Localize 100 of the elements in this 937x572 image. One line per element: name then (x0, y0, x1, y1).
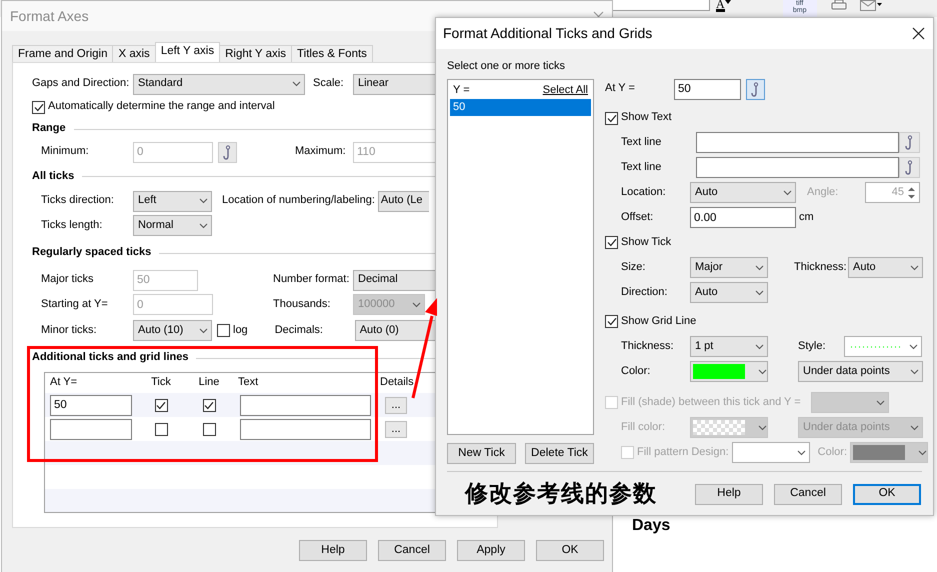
hook-button[interactable] (218, 142, 237, 162)
axis-title: Days (632, 518, 670, 534)
dropdown[interactable]: Normal (133, 215, 212, 236)
hook-button[interactable] (899, 157, 920, 178)
chevron-icon (755, 344, 764, 350)
checkbox-label: Show Grid Line (621, 314, 696, 328)
dropdown[interactable]: Auto (690, 182, 796, 203)
dropdown[interactable]: Linear (353, 74, 436, 94)
checkbox[interactable] (202, 398, 216, 412)
input-field[interactable] (240, 394, 371, 416)
checkbox[interactable] (202, 422, 216, 436)
input-field[interactable]: 0.00 (690, 207, 796, 228)
column-header: At Y= (49, 375, 78, 390)
checkbox-label: Fill pattern (637, 446, 688, 460)
details-button[interactable]: ... (385, 396, 407, 414)
input-field[interactable]: 50 (674, 78, 741, 100)
unit-label: cm (799, 210, 814, 224)
dropdown[interactable]: Auto (690, 282, 768, 303)
dropdown[interactable]: Auto (10) (133, 320, 212, 341)
dropdown[interactable]: Standard (133, 74, 305, 94)
chevron-icon (412, 302, 421, 308)
chevron-icon (758, 424, 767, 430)
dropdown[interactable]: Major (690, 257, 768, 278)
dropdown[interactable] (732, 442, 810, 463)
field-label: Design: (691, 446, 729, 460)
close-icon (912, 27, 925, 40)
list-label: Select one or more ticks (447, 60, 566, 74)
checkbox[interactable] (154, 422, 168, 436)
checkbox-label: log (233, 324, 248, 338)
color-swatch (693, 420, 745, 435)
dropdown[interactable]: Auto (848, 257, 923, 278)
chevron-icon (909, 344, 918, 350)
checkbox[interactable] (605, 315, 618, 328)
dropdown[interactable]: Auto (Le (378, 190, 429, 212)
details-button[interactable]: ... (385, 420, 407, 438)
field-label: Offset: (621, 210, 654, 224)
chevron-icon (910, 264, 919, 270)
field-label: Angle: (807, 186, 840, 200)
field-label: Gaps and Direction: (32, 77, 130, 91)
dialog-button[interactable]: Help (695, 484, 763, 504)
toolbar-dropdown[interactable] (612, 0, 710, 11)
window-title: Format Additional Ticks and Grids (443, 25, 652, 42)
checkbox[interactable] (217, 324, 230, 337)
column-header: Details (379, 375, 415, 390)
checkbox-label: Show Tick (621, 236, 672, 250)
dropdown[interactable]: Decimal (353, 270, 436, 290)
input-field[interactable] (696, 157, 899, 178)
checkbox[interactable] (605, 236, 618, 249)
dialog-button[interactable]: Cancel (378, 540, 446, 561)
field-label: Decimals: (274, 324, 324, 338)
field-label: Number format: (273, 273, 350, 287)
field-label: Color: (818, 446, 847, 460)
field-label: Scale: (313, 77, 345, 91)
tab[interactable]: Right Y axis (219, 45, 292, 62)
tab[interactable]: Titles & Fonts (291, 45, 373, 62)
dropdown[interactable]: 1 pt (690, 336, 768, 357)
column-header: Text (237, 375, 260, 390)
select-all-link[interactable]: Select All (542, 84, 588, 97)
input-field[interactable] (696, 132, 899, 153)
field-label: Ticks length: (41, 218, 104, 232)
tab[interactable]: Frame and Origin (12, 45, 114, 62)
checkbox[interactable] (154, 398, 168, 412)
dropdown[interactable]: Under data points (798, 361, 923, 382)
dialog-button[interactable]: Help (299, 540, 367, 561)
field-label: Thousands: (273, 298, 332, 312)
dropdown[interactable] (850, 442, 928, 463)
hook-icon (905, 135, 914, 150)
list-button[interactable]: New Tick (447, 443, 516, 464)
checkbox[interactable] (32, 100, 45, 114)
hook-button[interactable] (899, 132, 920, 153)
dropdown[interactable]: Left (133, 190, 212, 212)
hook-icon (905, 160, 914, 175)
field-label: Major ticks (41, 273, 95, 287)
chevron-icon (755, 290, 764, 296)
field-label: Thickness: (621, 340, 675, 354)
dropdown[interactable]: Auto (0) (354, 320, 438, 341)
input-field[interactable] (50, 418, 132, 440)
chevron-icon (783, 190, 792, 196)
input-field[interactable]: 50 (50, 394, 132, 416)
field-label: Size: (621, 260, 646, 274)
column-header: Y = (453, 84, 470, 97)
tab[interactable]: Left Y axis (154, 42, 220, 62)
chevron-icon (199, 328, 208, 334)
chevron-icon (755, 264, 764, 270)
dialog-button[interactable]: OK (536, 540, 604, 561)
dialog-button[interactable]: Cancel (774, 484, 842, 504)
chevron-icon (910, 424, 919, 430)
list-button[interactable]: Delete Tick (525, 443, 594, 464)
field-label: Color: (621, 364, 652, 378)
dropdown[interactable] (844, 336, 922, 357)
list-item[interactable]: 50 (450, 99, 591, 116)
field-label: Style: (798, 340, 827, 354)
hook-button[interactable] (746, 78, 765, 100)
field-label: Location: (621, 186, 667, 200)
input-field[interactable] (240, 418, 371, 440)
hook-icon (223, 144, 232, 160)
field-label: Starting at Y= (41, 298, 109, 312)
dialog-button[interactable]: Apply (457, 540, 525, 561)
checkbox[interactable] (605, 112, 618, 124)
dialog-button[interactable]: OK (853, 484, 921, 504)
